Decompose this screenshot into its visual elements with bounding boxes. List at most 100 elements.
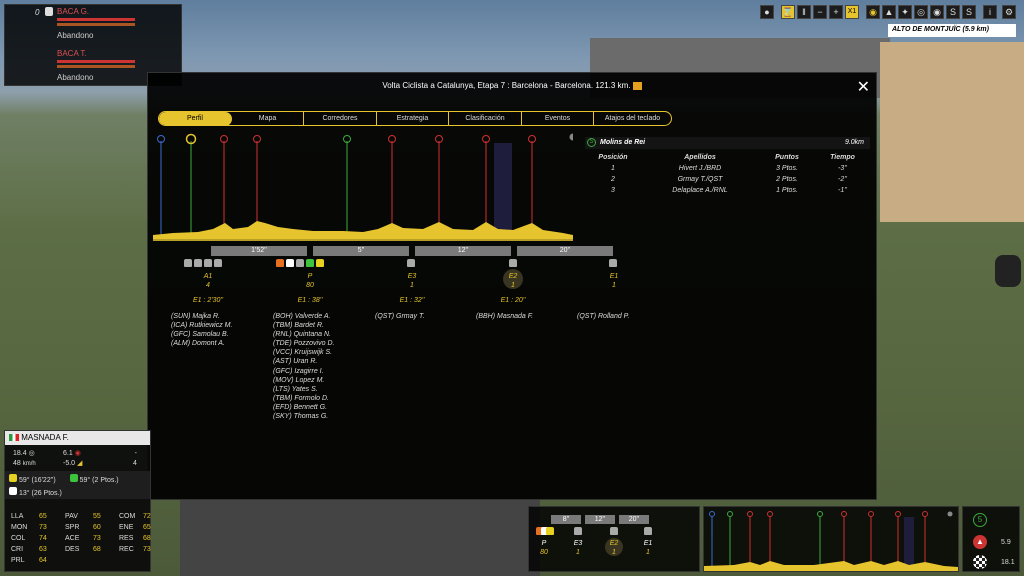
mini-stage-profile [704,511,958,571]
hourglass-icon[interactable]: ⌛ [781,5,795,19]
rider-entry[interactable]: (SUN) Majka R. [171,312,232,321]
close-icon[interactable]: ✕ [857,77,870,97]
mini-groups-panel: 8'' 12'' 20'' P 80 E3 1 E2 1 E1 1 [528,506,700,572]
table-row[interactable]: 1 Hivert J./BRD 3 Ptos. -3'' [585,163,870,174]
group-jerseys [275,259,325,269]
tab-estrategia[interactable]: Estrategia [377,112,449,125]
right-info-panel: 5 ▲ 5.9 18.1 [962,506,1020,572]
tab-eventos[interactable]: Eventos [522,112,594,125]
wheel-icon[interactable]: ◎ [914,5,928,19]
v1-value: - [134,450,137,457]
rider-entry[interactable]: (MOV) Lopez M. [273,376,334,385]
location-label: ALTO DE MONTJUÏC (5.9 km) [888,24,1016,37]
background-building-right [880,42,1024,222]
group-code: P [307,273,313,280]
rider-entry[interactable]: (LTS) Yates S. [273,385,334,394]
rider-entry[interactable]: (BBH) Masnada F. [476,312,533,321]
rider-entry[interactable]: (RNL) Quintana N. [273,330,334,339]
group-code: E2 [609,540,619,547]
sprint-icon: 5 [973,513,987,527]
settings-icon[interactable]: ⚙ [1002,5,1016,19]
rider-name: BACA T. [57,49,87,58]
group-jerseys [183,259,223,269]
youth-position: 13° (26 Ptos.) [18,490,62,497]
group-code: P [541,540,547,547]
group-gap: E1 : 38'' [297,297,323,304]
mini-profile-panel[interactable] [703,506,959,572]
rider-entry[interactable]: (TDE) Pozzovivo D. [273,339,334,348]
tab-perfil[interactable]: Perfil [159,112,232,125]
rider-entry[interactable]: (VCC) Kruijswijk S. [273,348,334,357]
eye-icon[interactable]: ◉ [866,5,880,19]
rider-icon[interactable]: ● [760,5,774,19]
group-count: 80 [540,549,548,556]
slope-icon: ◢ [77,460,83,467]
v2-value: 4 [133,460,137,467]
group-count: 1 [410,282,414,289]
rider-entry[interactable]: (EFD) Bennett G. [273,403,334,412]
power-value: 6.1 [63,450,73,457]
rider-header[interactable]: MASNADA F. [5,431,150,445]
helicopter-icon[interactable]: ✦ [898,5,912,19]
sprint-results-table: Posición Apellidos Puntos Tiempo 1 Hiver… [585,152,870,196]
target-icon[interactable]: ◉ [930,5,944,19]
rider-name: MASNADA F. [21,433,69,442]
group-gap: E1 : 2'30'' [192,297,224,304]
group-jerseys [573,527,583,537]
rider-entry[interactable]: (GFC) Samolau B. [171,330,232,339]
group-code: E3 [407,273,417,280]
rider-entry[interactable]: (TBM) Bardet R. [273,321,334,330]
team-car-icon[interactable]: ▲ [882,5,896,19]
rider-entry[interactable]: (GFC) Izagirre I. [273,367,334,376]
stage-icon [632,81,642,90]
tab-clasificacion[interactable]: Clasificación [449,112,522,125]
stage-profile[interactable] [153,133,573,243]
rider-entry[interactable]: (TBM) Formolo D. [273,394,334,403]
sprint-icon[interactable]: S [962,5,976,19]
rider-entry[interactable]: (SKY) Thomas G. [273,412,334,421]
group-count: 1 [612,282,616,289]
rider-entry[interactable]: (QST) Rolland P. [577,312,629,321]
climb-distance: 5.9 [1001,539,1011,546]
grade-value: -5.0 [63,460,76,467]
minus-icon[interactable]: − [813,5,827,19]
rider-entry[interactable]: (QST) Grmay T. [375,312,425,321]
tab-atajos[interactable]: Atajos del teclado [594,112,671,125]
white-jersey-icon [9,487,17,495]
rider-entry[interactable]: (BOH) Valverde A. [273,312,334,321]
modal-title: Volta Ciclista a Catalunya, Etapa 7 : Ba… [148,81,876,90]
heart-icon: ◉ [74,450,81,457]
shirt-icon [45,7,53,16]
pause-icon[interactable]: ‖ [797,5,811,19]
gap-bar: 1'52'' [211,246,307,256]
group-count: 1 [646,549,650,556]
gap-bar: 8'' [551,515,581,524]
gap-bar: 5'' [313,246,409,256]
speed-value: 18.4 [13,450,27,457]
info-icon[interactable]: i [983,5,997,19]
group-rider-list: (QST) Grmay T. [375,312,425,321]
group-code: A1 [203,273,213,280]
plus-icon[interactable]: + [829,5,843,19]
table-row[interactable]: 2 Grmay T./QST 2 Ptos. -2'' [585,174,870,185]
gap-bar: 20'' [517,246,613,256]
group-jerseys [508,259,518,269]
group-count: 1 [511,282,515,289]
rider-entry[interactable]: (AST) Uran R. [273,357,334,366]
tab-mapa[interactable]: Mapa [232,112,304,125]
points-position: 59° (2 Ptos.) [79,477,119,484]
tab-bar: Perfil Mapa Corredores Estrategia Clasificac… [158,111,672,126]
group-rider-list: (QST) Rolland P. [577,312,629,321]
table-row[interactable]: 3 Delaplace A./RNL 1 Ptos. -1'' [585,185,870,196]
sprint-header: S Molins de Rei 9.0km [585,137,870,149]
rider-entry[interactable]: (ICA) Rutkiewicz M. [171,321,232,330]
group-code: E1 [643,540,653,547]
group-count: 1 [612,549,616,556]
tab-corredores[interactable]: Corredores [304,112,377,125]
finish-distance: 18.1 [1001,559,1015,566]
group-code: E3 [573,540,583,547]
rider-row[interactable]: BACA G. Abandono [57,7,179,43]
rider-entry[interactable]: (ALM) Domont A. [171,339,232,348]
sprint-icon[interactable]: S [946,5,960,19]
speed-button[interactable]: X1 [845,5,859,19]
